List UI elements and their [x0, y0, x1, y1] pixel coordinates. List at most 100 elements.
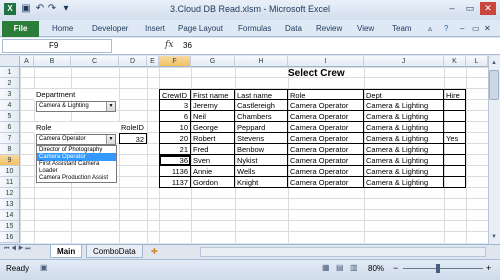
tab-insert[interactable]: Insert — [145, 24, 165, 33]
help-icon[interactable]: ? — [444, 24, 448, 33]
tab-review[interactable]: Review — [316, 24, 342, 33]
row-header[interactable]: 8 — [0, 144, 20, 155]
table-cell[interactable]: 1136 — [159, 166, 191, 177]
table-cell[interactable]: Camera & Lighting — [364, 166, 444, 177]
table-cell[interactable]: Camera Operator — [288, 177, 364, 188]
zoom-in-button[interactable]: + — [486, 263, 491, 273]
row-header[interactable]: 4 — [0, 100, 20, 111]
zoom-out-button[interactable]: − — [393, 263, 398, 273]
table-cell[interactable]: 3 — [159, 100, 191, 111]
normal-view-icon[interactable]: ▦ — [322, 263, 330, 272]
row-header[interactable]: 3 — [0, 89, 20, 100]
row-header[interactable]: 14 — [0, 210, 20, 221]
table-cell[interactable]: Annie — [191, 166, 235, 177]
page-break-view-icon[interactable]: ▥ — [350, 263, 358, 272]
table-cell[interactable]: Gordon — [191, 177, 235, 188]
column-header[interactable]: D — [119, 56, 147, 67]
table-cell[interactable]: Camera & Lighting — [364, 133, 444, 144]
column-header[interactable]: I — [288, 56, 364, 67]
table-cell[interactable]: Camera Operator — [288, 166, 364, 177]
page-layout-view-icon[interactable]: ▤ — [336, 263, 344, 272]
column-header[interactable]: E — [147, 56, 159, 67]
ribbon-minimize-icon[interactable]: ▵ — [428, 24, 432, 33]
column-header[interactable]: C — [71, 56, 119, 67]
sheet-tab-combodata[interactable]: ComboData — [86, 245, 143, 258]
tab-team[interactable]: Team — [392, 24, 412, 33]
table-cell[interactable]: 6 — [159, 111, 191, 122]
row-header[interactable]: 16 — [0, 232, 20, 243]
roleid-value[interactable]: 32 — [119, 133, 147, 144]
table-cell[interactable]: Nykist — [235, 155, 288, 166]
table-cell[interactable] — [444, 122, 466, 133]
table-cell[interactable]: 20 — [159, 133, 191, 144]
fx-icon[interactable]: fx — [165, 40, 173, 50]
row-header[interactable]: 15 — [0, 221, 20, 232]
role-combo[interactable]: Camera Operator — [36, 134, 116, 145]
table-cell[interactable]: Camera Operator — [288, 133, 364, 144]
tab-data[interactable]: Data — [285, 24, 302, 33]
table-cell[interactable]: Stevens — [235, 133, 288, 144]
workbook-close-icon[interactable]: ✕ — [484, 24, 491, 33]
chevron-down-icon[interactable]: ▼ — [106, 135, 115, 144]
table-cell[interactable]: Camera & Lighting — [364, 100, 444, 111]
table-cell[interactable] — [444, 100, 466, 111]
scrollbar-thumb[interactable] — [489, 70, 499, 100]
workbook-minimize-icon[interactable]: – — [460, 24, 464, 33]
file-tab[interactable]: File — [2, 21, 39, 37]
table-cell[interactable]: Benbow — [235, 144, 288, 155]
zoom-level[interactable]: 80% — [368, 264, 384, 273]
tab-developer[interactable]: Developer — [92, 24, 128, 33]
insert-sheet-icon[interactable]: ✚ — [148, 245, 161, 258]
row-header[interactable]: 5 — [0, 111, 20, 122]
horizontal-scrollbar[interactable] — [200, 247, 486, 257]
table-cell[interactable]: Wells — [235, 166, 288, 177]
row-header[interactable]: 7 — [0, 133, 20, 144]
table-cell[interactable]: Camera Operator — [288, 144, 364, 155]
row-header[interactable]: 2 — [0, 78, 20, 89]
table-cell[interactable]: Camera & Lighting — [364, 144, 444, 155]
table-cell[interactable]: Jeremy — [191, 100, 235, 111]
column-header[interactable]: F — [159, 56, 191, 67]
select-all-corner[interactable] — [0, 56, 20, 67]
macro-record-icon[interactable]: ▣ — [40, 263, 48, 272]
row-header[interactable]: 11 — [0, 177, 20, 188]
row-header[interactable]: 13 — [0, 199, 20, 210]
table-cell[interactable]: Peppard — [235, 122, 288, 133]
table-cell[interactable]: 21 — [159, 144, 191, 155]
column-header[interactable]: A — [20, 56, 34, 67]
table-cell[interactable]: Camera & Lighting — [364, 122, 444, 133]
tab-page-layout[interactable]: Page Layout — [178, 24, 223, 33]
table-cell[interactable]: George — [191, 122, 235, 133]
table-cell[interactable]: Camera Operator — [288, 122, 364, 133]
close-icon[interactable]: ✕ — [480, 2, 496, 15]
column-header[interactable]: H — [235, 56, 288, 67]
table-cell[interactable] — [444, 155, 466, 166]
table-cell[interactable] — [444, 177, 466, 188]
zoom-slider-thumb[interactable] — [436, 264, 440, 273]
tab-view[interactable]: View — [357, 24, 374, 33]
table-cell[interactable]: Robert — [191, 133, 235, 144]
minimize-icon[interactable]: – — [444, 2, 460, 15]
maximize-icon[interactable]: ▭ — [462, 2, 478, 15]
table-cell[interactable]: Knight — [235, 177, 288, 188]
table-cell[interactable] — [444, 144, 466, 155]
role-dropdown-list[interactable]: Director of Photography Camera Operator … — [36, 145, 117, 183]
department-combo[interactable]: Camera & Lighting — [36, 101, 116, 112]
role-option[interactable]: Camera Production Assist — [37, 174, 116, 182]
table-cell[interactable]: Neil — [191, 111, 235, 122]
tab-home[interactable]: Home — [52, 24, 73, 33]
table-cell[interactable]: Camera Operator — [288, 155, 364, 166]
chevron-down-icon[interactable]: ▼ — [106, 102, 115, 111]
sheet-nav-icons[interactable]: ⏮ ◀ ▶ ⏭ — [4, 246, 31, 253]
table-cell[interactable]: Camera Operator — [288, 100, 364, 111]
table-cell[interactable]: Chambers — [235, 111, 288, 122]
column-header[interactable]: J — [364, 56, 444, 67]
workbook-restore-icon[interactable]: ▭ — [472, 24, 480, 33]
table-cell[interactable]: Camera & Lighting — [364, 155, 444, 166]
name-box[interactable]: F9 — [2, 39, 112, 53]
table-cell[interactable]: Sven — [191, 155, 235, 166]
row-header[interactable]: 10 — [0, 166, 20, 177]
column-header[interactable]: B — [34, 56, 71, 67]
table-cell[interactable]: Camera Operator — [288, 111, 364, 122]
row-header[interactable]: 9 — [0, 155, 20, 166]
